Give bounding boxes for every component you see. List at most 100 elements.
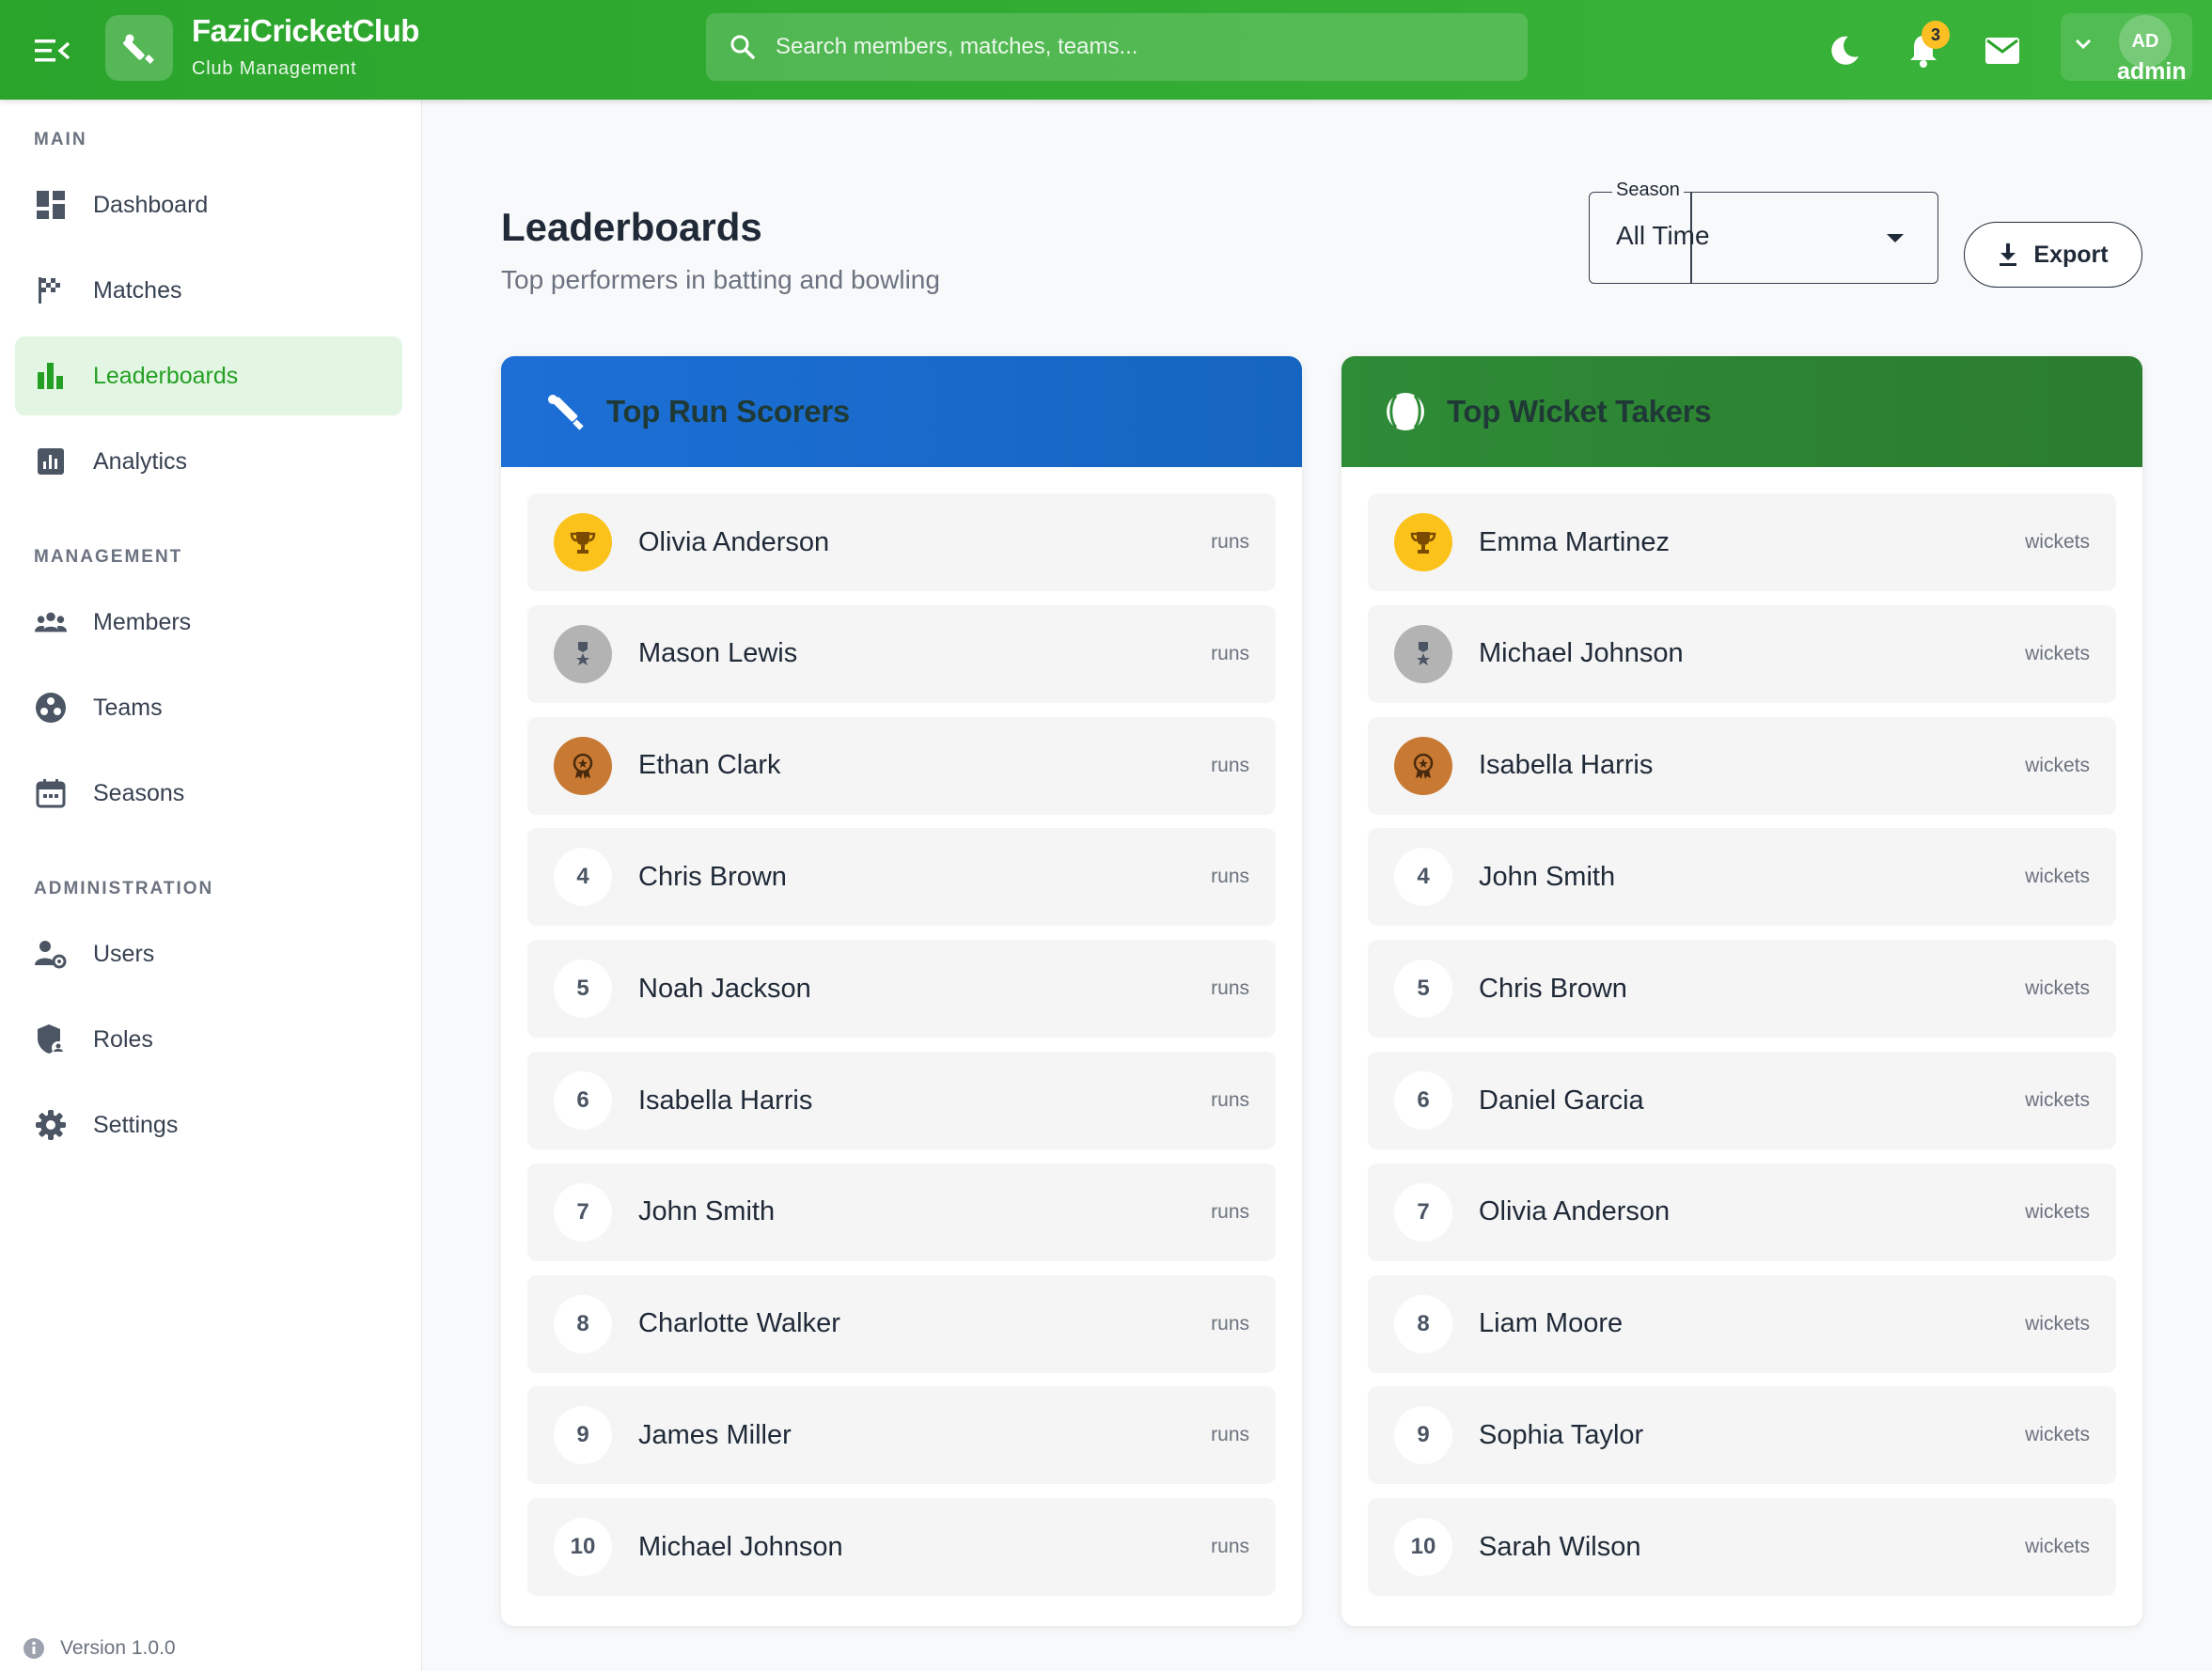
card-title: Top Run Scorers (606, 394, 850, 429)
user-menu[interactable]: AD admin (2061, 13, 2192, 85)
player-name: Emma Martinez (1479, 526, 1671, 557)
search-input[interactable] (776, 34, 1528, 60)
leaderboard-row[interactable]: 5 Chris Brown wickets (1368, 940, 2116, 1039)
sidebar-item-roles[interactable]: Roles (15, 1000, 402, 1079)
checkered-flag-icon (34, 273, 68, 307)
rank-number: 4 (1394, 848, 1452, 907)
download-icon (1998, 242, 2018, 267)
top-wicket-takers-card: Top Wicket Takers Emma Martinez wickets Mi… (1341, 356, 2142, 1626)
player-name: Chris Brown (638, 861, 787, 892)
sidebar-item-seasons[interactable]: Seasons (15, 754, 402, 833)
sidebar-item-label: Teams (93, 694, 163, 721)
version-text: Version 1.0.0 (60, 1637, 176, 1659)
page-title: Leaderboards (501, 205, 762, 249)
stat-unit: wickets (2025, 1089, 2090, 1111)
leaderboard-row[interactable]: 10 Michael Johnson runs (527, 1498, 1276, 1597)
gear-icon (34, 1108, 68, 1142)
section-label-administration: ADMINISTRATION (34, 879, 214, 898)
sidebar-item-users[interactable]: Users (15, 914, 402, 993)
leaderboard-row[interactable]: 8 Liam Moore wickets (1368, 1274, 2116, 1373)
sidebar-item-analytics[interactable]: Analytics (15, 422, 402, 501)
menu-collapse-icon[interactable] (30, 34, 75, 68)
leaderboard-row[interactable]: Michael Johnson wickets (1368, 604, 2116, 703)
rank-number: 5 (554, 960, 612, 1019)
brand-subtitle: Club Management (192, 58, 357, 79)
leaderboard-row[interactable]: Isabella Harris wickets (1368, 716, 2116, 815)
player-name: Mason Lewis (638, 638, 798, 669)
leaderboard-row[interactable]: 6 Daniel Garcia wickets (1368, 1052, 2116, 1149)
bronze-medal-icon (554, 736, 612, 795)
leaderboard-row[interactable]: 6 Isabella Harris runs (527, 1052, 1276, 1149)
analytics-icon (34, 445, 68, 478)
sidebar-item-dashboard[interactable]: Dashboard (15, 165, 402, 244)
player-name: Sarah Wilson (1479, 1531, 1641, 1562)
rank-number: 7 (1394, 1182, 1452, 1242)
sidebar-item-leaderboards[interactable]: Leaderboards (15, 336, 402, 415)
sidebar-item-settings[interactable]: Settings (15, 1085, 402, 1164)
leaderboard-row[interactable]: 8 Charlotte Walker runs (527, 1274, 1276, 1373)
leaderboard-row[interactable]: Olivia Anderson runs (527, 493, 1276, 591)
cricket-logo-icon[interactable] (105, 15, 173, 81)
player-name: Noah Jackson (638, 973, 811, 1004)
sidebar-item-label: Matches (93, 276, 182, 304)
silver-medal-icon (1394, 624, 1452, 683)
player-name: Olivia Anderson (1479, 1196, 1671, 1227)
user-name: admin (2117, 58, 2187, 85)
player-name: Isabella Harris (1479, 750, 1654, 781)
leaderboard-row[interactable]: Mason Lewis runs (527, 604, 1276, 703)
rank-number: 7 (554, 1182, 612, 1242)
stat-unit: runs (1211, 1312, 1249, 1335)
player-name: Michael Johnson (638, 1531, 843, 1562)
sidebar-item-members[interactable]: Members (15, 583, 402, 662)
rank-number: 9 (554, 1406, 612, 1465)
teams-icon (34, 691, 68, 725)
stat-unit: runs (1211, 642, 1249, 664)
rank-number: 5 (1394, 960, 1452, 1019)
gold-trophy-icon (554, 513, 612, 571)
leaderboard-row[interactable]: 5 Noah Jackson runs (527, 940, 1276, 1039)
dark-mode-icon[interactable] (1824, 30, 1865, 71)
player-name: Sophia Taylor (1479, 1419, 1644, 1450)
leaderboard-row[interactable]: 7 John Smith runs (527, 1163, 1276, 1261)
rank-number: 6 (554, 1071, 612, 1130)
rank-number: 6 (1394, 1071, 1452, 1130)
sidebar-item-label: Roles (93, 1025, 153, 1053)
stat-unit: runs (1211, 1089, 1249, 1111)
stat-unit: runs (1211, 866, 1249, 888)
top-run-scorers-card: Top Run Scorers Olivia Anderson runs Mason… (501, 356, 1302, 1626)
sidebar-item-teams[interactable]: Teams (15, 668, 402, 747)
leaderboard-row[interactable]: 9 James Miller runs (527, 1386, 1276, 1485)
shield-user-icon (34, 1023, 68, 1056)
brand-name[interactable]: FaziCricketClub (192, 13, 419, 49)
leaderboard-row[interactable]: Emma Martinez wickets (1368, 493, 2116, 591)
leaderboard-row[interactable]: 4 Chris Brown runs (527, 828, 1276, 927)
leaderboard-row[interactable]: 4 John Smith wickets (1368, 828, 2116, 927)
info-icon (23, 1637, 45, 1660)
season-select[interactable]: Season All Time (1589, 180, 1938, 284)
sidebar-item-matches[interactable]: Matches (15, 251, 402, 330)
player-name: James Miller (638, 1419, 792, 1450)
stat-unit: wickets (2025, 531, 2090, 553)
rank-number: 10 (1394, 1518, 1452, 1577)
export-button[interactable]: Export (1964, 222, 2142, 288)
mail-icon[interactable] (1982, 30, 2023, 71)
stat-unit: wickets (2025, 866, 2090, 888)
leaderboard-row[interactable]: 10 Sarah Wilson wickets (1368, 1498, 2116, 1597)
chevron-down-icon (2074, 38, 2093, 55)
stat-unit: runs (1211, 754, 1249, 776)
sidebar: MAIN Dashboard Matches Leaderboards Anal… (0, 100, 422, 1671)
player-name: John Smith (1479, 861, 1616, 892)
player-name: Chris Brown (1479, 973, 1627, 1004)
export-button-label: Export (2033, 241, 2109, 268)
leaderboard-row[interactable]: 9 Sophia Taylor wickets (1368, 1386, 2116, 1485)
leaderboard-row[interactable]: Ethan Clark runs (527, 716, 1276, 815)
group-icon (34, 605, 68, 639)
leaderboard-row[interactable]: 7 Olivia Anderson wickets (1368, 1163, 2116, 1261)
sidebar-item-label: Seasons (93, 779, 185, 806)
rank-number: 8 (554, 1294, 612, 1353)
player-name: Daniel Garcia (1479, 1085, 1644, 1116)
search-bar[interactable] (706, 13, 1528, 81)
dashboard-icon (34, 188, 68, 222)
card-header: Top Wicket Takers (1341, 356, 2142, 467)
stat-unit: runs (1211, 531, 1249, 553)
